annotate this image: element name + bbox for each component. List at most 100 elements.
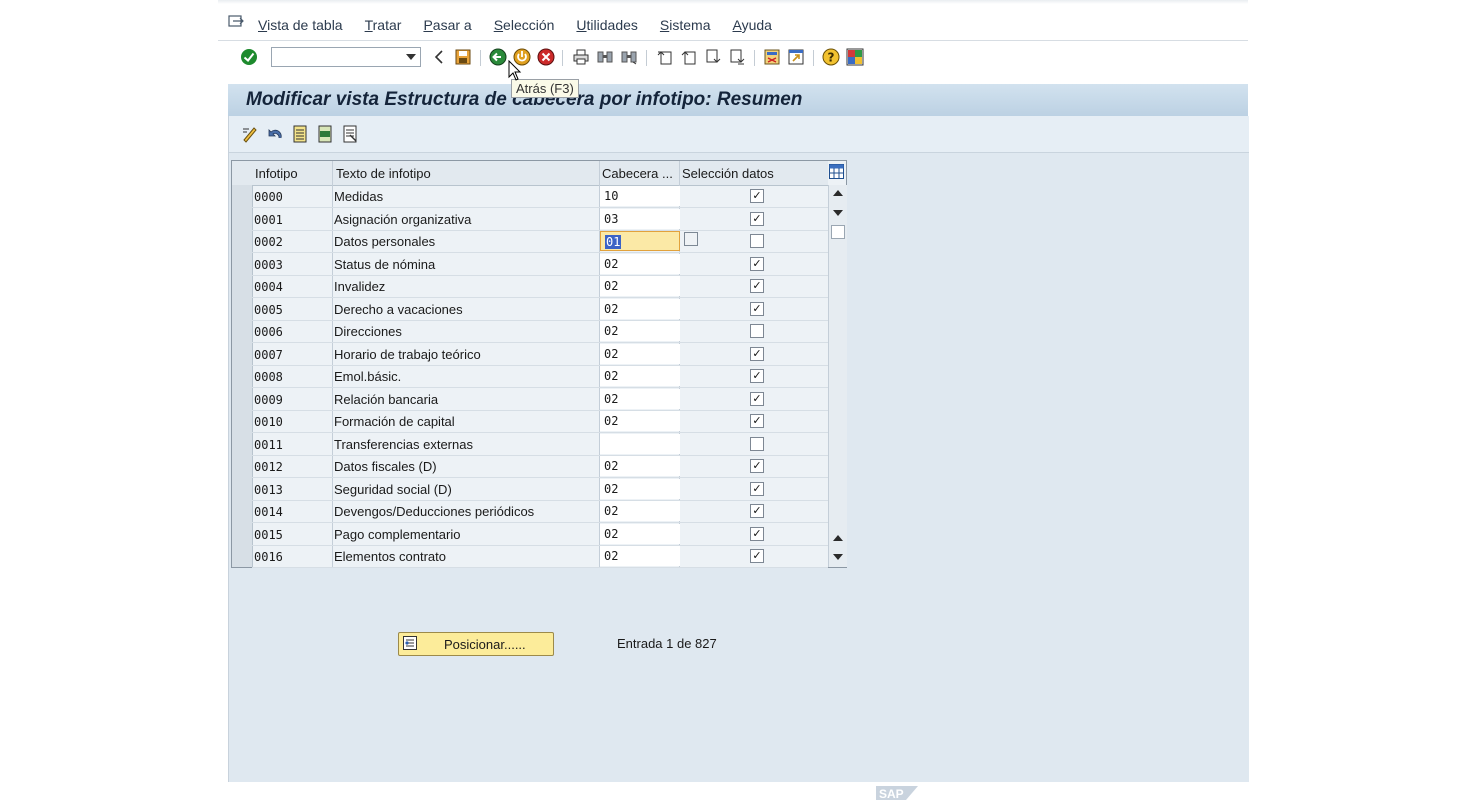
previous-page-icon[interactable] bbox=[680, 48, 698, 66]
data-selection-checkbox[interactable] bbox=[750, 436, 764, 451]
table-row[interactable]: 0014 Devengos/Deducciones periódicos 02 ✓ bbox=[252, 500, 828, 523]
save-icon[interactable] bbox=[454, 48, 472, 66]
table-row[interactable]: 0010 Formación de capital 02 ✓ bbox=[252, 410, 828, 433]
data-selection-checkbox[interactable]: ✓ bbox=[750, 549, 764, 563]
data-selection-checkbox[interactable]: ✓ bbox=[750, 211, 764, 226]
table-row[interactable]: 0002 Datos personales 01 bbox=[252, 230, 828, 253]
scroll-up-icon[interactable] bbox=[833, 190, 843, 196]
position-button[interactable]: Posicionar...... bbox=[398, 632, 554, 656]
header-modifier-input[interactable]: 02 bbox=[600, 456, 680, 476]
infotype-text: Horario de trabajo teórico bbox=[334, 346, 481, 362]
menu-item-3[interactable]: Selección bbox=[494, 17, 555, 33]
scroll-page-up-icon[interactable] bbox=[833, 535, 843, 541]
header-modifier-input[interactable]: 02 bbox=[600, 343, 680, 364]
menu-item-5[interactable]: Sistema bbox=[660, 17, 711, 33]
menu-item-6[interactable]: Ayuda bbox=[733, 17, 772, 33]
header-modifier-value: 02 bbox=[604, 256, 619, 271]
help-icon[interactable]: ? bbox=[822, 48, 840, 66]
data-selection-checkbox[interactable] bbox=[750, 324, 764, 338]
find-next-icon[interactable] bbox=[620, 48, 638, 66]
data-selection-checkbox[interactable]: ✓ bbox=[750, 256, 764, 271]
table-row[interactable]: 0005 Derecho a vacaciones 02 ✓ bbox=[252, 298, 828, 321]
header-modifier-input[interactable]: 02 bbox=[600, 478, 680, 499]
scroll-thumb[interactable] bbox=[831, 225, 845, 239]
first-page-icon[interactable] bbox=[656, 48, 674, 66]
header-modifier-input[interactable]: 01 bbox=[600, 231, 680, 251]
chevron-down-icon[interactable] bbox=[406, 54, 416, 60]
data-selection-checkbox[interactable]: ✓ bbox=[750, 369, 764, 383]
header-modifier-input[interactable]: 02 bbox=[600, 501, 680, 521]
value-help-icon[interactable] bbox=[684, 232, 698, 246]
column-header-cabecera[interactable]: Cabecera ... bbox=[602, 166, 673, 181]
cancel-icon[interactable] bbox=[537, 48, 555, 66]
table-row[interactable]: 0011 Transferencias externas bbox=[252, 433, 828, 456]
table-row[interactable]: 0003 Status de nómina 02 ✓ bbox=[252, 253, 828, 276]
data-selection-checkbox[interactable]: ✓ bbox=[750, 526, 764, 541]
header-modifier-input[interactable]: 02 bbox=[600, 388, 680, 409]
table-row[interactable]: 0001 Asignación organizativa 03 ✓ bbox=[252, 208, 828, 231]
data-selection-checkbox[interactable]: ✓ bbox=[750, 301, 764, 316]
table-row[interactable]: 0008 Emol.básic. 02 ✓ bbox=[252, 365, 828, 388]
scroll-down-icon[interactable] bbox=[833, 210, 843, 216]
find-icon[interactable] bbox=[596, 48, 614, 66]
menu-item-4[interactable]: Utilidades bbox=[576, 17, 638, 33]
data-selection-checkbox[interactable]: ✓ bbox=[750, 346, 764, 361]
data-selection-checkbox[interactable]: ✓ bbox=[750, 414, 764, 428]
table-row[interactable]: 0006 Direcciones 02 bbox=[252, 320, 828, 343]
header-modifier-input[interactable]: 03 bbox=[600, 208, 680, 229]
last-page-icon[interactable] bbox=[728, 48, 746, 66]
data-selection-checkbox[interactable]: ✓ bbox=[750, 504, 764, 518]
table-settings-icon[interactable] bbox=[829, 164, 844, 179]
display-change-icon[interactable] bbox=[241, 125, 259, 143]
layout-icon[interactable] bbox=[846, 48, 864, 66]
header-modifier-input[interactable]: 02 bbox=[600, 546, 680, 566]
scroll-page-down-icon[interactable] bbox=[833, 554, 843, 560]
data-selection-checkbox[interactable]: ✓ bbox=[750, 189, 764, 203]
back-icon[interactable] bbox=[489, 48, 507, 66]
header-modifier-input[interactable]: 02 bbox=[600, 298, 680, 319]
header-modifier-input[interactable]: 10 bbox=[600, 186, 680, 206]
select-block-icon[interactable] bbox=[316, 125, 334, 143]
data-selection-checkbox[interactable]: ✓ bbox=[750, 459, 764, 473]
menu-toggle-icon[interactable] bbox=[228, 15, 244, 29]
menu-item-1[interactable]: Tratar bbox=[365, 17, 402, 33]
table-vertical-scrollbar[interactable] bbox=[828, 185, 847, 567]
deselect-all-icon[interactable] bbox=[341, 125, 359, 143]
table-row[interactable]: 0015 Pago complementario 02 ✓ bbox=[252, 523, 828, 546]
table-row[interactable]: 0009 Relación bancaria 02 ✓ bbox=[252, 388, 828, 411]
create-session-icon[interactable] bbox=[763, 48, 781, 66]
table-row[interactable]: 0013 Seguridad social (D) 02 ✓ bbox=[252, 478, 828, 501]
header-modifier-input[interactable]: 02 bbox=[600, 411, 680, 431]
table-row[interactable]: 0004 Invalidez 02 ✓ bbox=[252, 275, 828, 298]
column-header-texto[interactable]: Texto de infotipo bbox=[336, 166, 431, 181]
column-header-seleccion[interactable]: Selección datos bbox=[682, 166, 774, 181]
header-modifier-input[interactable]: 02 bbox=[600, 321, 680, 341]
menu-item-0[interactable]: Vista de tabla bbox=[258, 17, 343, 33]
data-selection-checkbox[interactable] bbox=[750, 234, 764, 248]
row-selector-column[interactable] bbox=[232, 185, 253, 567]
column-header-infotipo[interactable]: Infotipo bbox=[255, 166, 298, 181]
infotype-code: 0001 bbox=[254, 212, 283, 227]
menu-item-2[interactable]: Pasar a bbox=[423, 17, 471, 33]
table-row[interactable]: 0007 Horario de trabajo teórico 02 ✓ bbox=[252, 343, 828, 366]
table-row[interactable]: 0000 Medidas 10 ✓ bbox=[252, 185, 828, 208]
command-field[interactable] bbox=[271, 47, 421, 67]
header-modifier-input[interactable]: 02 bbox=[600, 253, 680, 274]
data-selection-checkbox[interactable]: ✓ bbox=[750, 279, 764, 293]
table-row[interactable]: 0016 Elementos contrato 02 ✓ bbox=[252, 545, 828, 568]
data-selection-checkbox[interactable]: ✓ bbox=[750, 481, 764, 496]
enter-icon[interactable] bbox=[240, 48, 258, 66]
shortcut-icon[interactable] bbox=[787, 48, 805, 66]
undo-icon[interactable] bbox=[266, 125, 284, 143]
header-modifier-input[interactable]: 02 bbox=[600, 523, 680, 544]
table-row[interactable]: 0012 Datos fiscales (D) 02 ✓ bbox=[252, 455, 828, 478]
header-modifier-input[interactable]: 02 bbox=[600, 276, 680, 296]
print-icon[interactable] bbox=[572, 48, 590, 66]
position-button-label: Posicionar...... bbox=[444, 637, 526, 652]
select-all-icon[interactable] bbox=[291, 125, 309, 143]
data-selection-checkbox[interactable]: ✓ bbox=[750, 391, 764, 406]
back-arrow-icon[interactable] bbox=[430, 48, 448, 66]
header-modifier-input[interactable] bbox=[600, 433, 680, 454]
next-page-icon[interactable] bbox=[704, 48, 722, 66]
header-modifier-input[interactable]: 02 bbox=[600, 366, 680, 386]
